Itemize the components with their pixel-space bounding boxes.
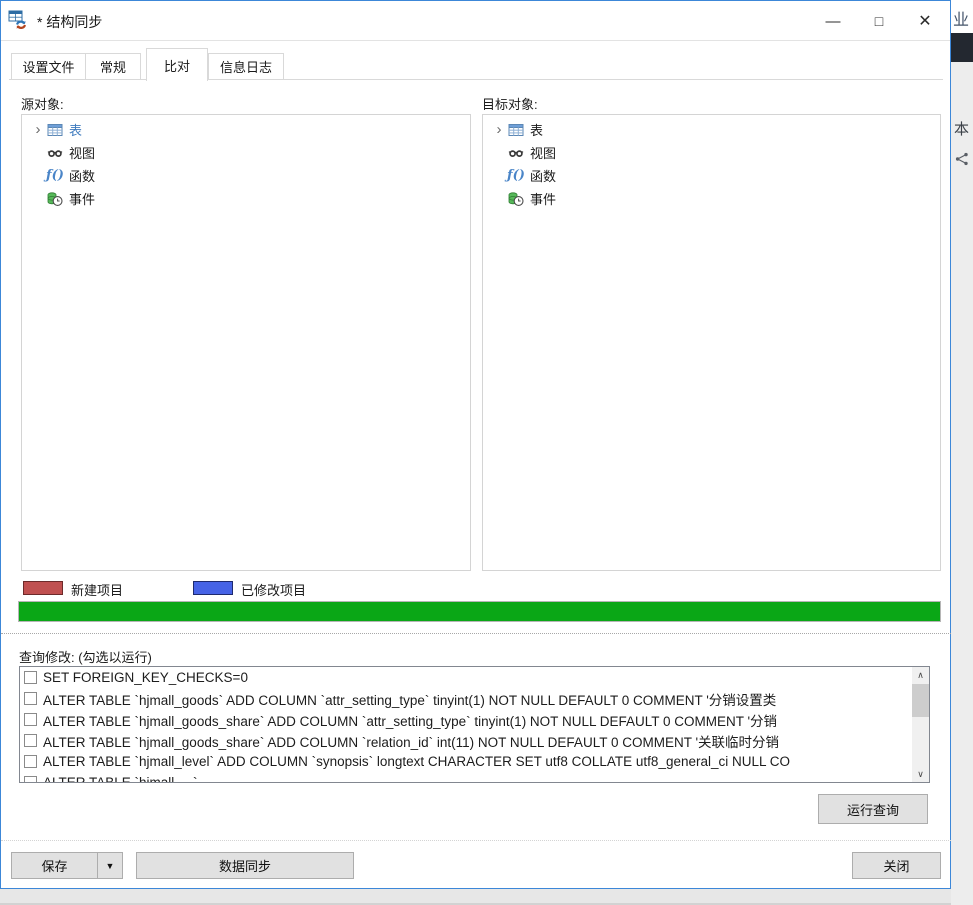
minimize-button[interactable]: — <box>810 1 856 41</box>
sql-text: ALTER TABLE `hjmall_...` <box>43 775 198 783</box>
query-row[interactable]: SET FOREIGN_KEY_CHECKS=0 <box>20 667 929 688</box>
tree-item-tables[interactable]: › 表 <box>483 118 940 141</box>
source-objects-label: 源对象: <box>21 94 64 113</box>
maximize-button[interactable]: □ <box>856 1 902 41</box>
background-text-fragment-2: 本 <box>954 118 969 139</box>
tab-compare[interactable]: 比对 <box>146 48 208 81</box>
tab-general[interactable]: 常规 <box>85 53 141 80</box>
event-icon <box>46 191 64 207</box>
data-synchronization-button[interactable]: 数据同步 <box>136 852 354 879</box>
function-icon: ƒ() <box>46 168 64 183</box>
save-button[interactable]: 保存 <box>11 852 98 879</box>
sql-text: ALTER TABLE `hjmall_goods_share` ADD COL… <box>43 731 779 751</box>
scroll-up-icon[interactable]: ∧ <box>912 667 929 683</box>
tree-item-functions[interactable]: ƒ() 函数 <box>22 164 470 187</box>
query-row[interactable]: ALTER TABLE `hjmall_goods` ADD COLUMN `a… <box>20 688 929 709</box>
tree-item-label: 函数 <box>530 166 556 185</box>
tree-item-events[interactable]: 事件 <box>22 187 470 210</box>
chevron-right-icon[interactable]: › <box>30 123 46 137</box>
tree-item-tables[interactable]: › 表 <box>22 118 470 141</box>
sql-text: ALTER TABLE `hjmall_goods` ADD COLUMN `a… <box>43 689 776 709</box>
legend-modified-item-swatch <box>193 581 233 595</box>
legend-new-item-label: 新建项目 <box>71 580 123 599</box>
sql-text: SET FOREIGN_KEY_CHECKS=0 <box>43 670 248 685</box>
close-window-button[interactable]: ✕ <box>902 1 948 41</box>
table-icon <box>507 122 525 138</box>
chevron-right-icon[interactable]: › <box>491 123 507 137</box>
tree-item-events[interactable]: 事件 <box>483 187 940 210</box>
sql-text: ALTER TABLE `hjmall_level` ADD COLUMN `s… <box>43 754 790 769</box>
checkbox[interactable] <box>24 755 37 768</box>
splitter-handle[interactable] <box>1 633 951 634</box>
checkbox[interactable] <box>24 776 37 783</box>
tree-item-label: 视图 <box>69 143 95 162</box>
checkbox[interactable] <box>24 692 37 705</box>
tree-item-views[interactable]: 视图 <box>22 141 470 164</box>
function-icon: ƒ() <box>507 168 525 183</box>
query-modification-label: 查询修改: (勾选以运行) <box>19 647 152 666</box>
tree-item-label: 函数 <box>69 166 95 185</box>
share-icon <box>955 152 969 171</box>
target-objects-label: 目标对象: <box>482 94 538 113</box>
query-list[interactable]: SET FOREIGN_KEY_CHECKS=0 ALTER TABLE `hj… <box>19 666 930 783</box>
table-icon <box>46 122 64 138</box>
checkbox[interactable] <box>24 713 37 726</box>
tree-item-views[interactable]: 视图 <box>483 141 940 164</box>
comparison-progress-bar <box>18 601 941 622</box>
structure-sync-icon <box>8 10 30 35</box>
tree-item-label: 事件 <box>530 189 556 208</box>
target-objects-tree[interactable]: › 表 <box>482 114 941 571</box>
source-objects-tree[interactable]: › 表 <box>21 114 471 571</box>
tree-item-functions[interactable]: ƒ() 函数 <box>483 164 940 187</box>
tab-message-log[interactable]: 信息日志 <box>208 53 284 80</box>
window-controls: — □ ✕ <box>810 1 948 41</box>
close-button[interactable]: 关闭 <box>852 852 941 879</box>
legend-modified-item-label: 已修改项目 <box>241 580 306 599</box>
checkbox[interactable] <box>24 734 37 747</box>
view-icon <box>507 145 525 161</box>
window-title: * 结构同步 <box>37 12 102 32</box>
tree-item-label: 表 <box>69 120 82 139</box>
tabbar: 设置文件 常规 比对 信息日志 <box>1 42 950 80</box>
progress-fill <box>19 602 940 621</box>
footer-separator <box>1 840 951 841</box>
titlebar[interactable]: * 结构同步 — □ ✕ <box>1 1 950 41</box>
checkbox[interactable] <box>24 671 37 684</box>
legend-new-item-swatch <box>23 581 63 595</box>
tree-item-label: 表 <box>530 120 543 139</box>
background-text-fragment: 业 <box>953 6 969 30</box>
event-icon <box>507 191 525 207</box>
run-query-button[interactable]: 运行查询 <box>818 794 928 824</box>
screen: 业 本 <box>0 0 973 905</box>
structure-sync-dialog: * 结构同步 — □ ✕ 设置文件 常规 比对 信息日志 源对象: 目标对象: … <box>0 0 951 889</box>
view-icon <box>46 145 64 161</box>
save-dropdown-button[interactable]: ▼ <box>97 852 123 879</box>
vertical-scrollbar[interactable]: ∧ ∨ <box>912 667 929 782</box>
background-app-strip: 业 本 <box>951 0 973 905</box>
query-row[interactable]: ALTER TABLE `hjmall_goods_share` ADD COL… <box>20 709 929 730</box>
tab-profile[interactable]: 设置文件 <box>11 53 86 80</box>
background-dark-panel-fragment <box>951 33 973 62</box>
scroll-down-icon[interactable]: ∨ <box>912 766 929 782</box>
scrollbar-thumb[interactable] <box>912 684 929 717</box>
query-row[interactable]: ALTER TABLE `hjmall_...` <box>20 772 929 783</box>
background-bottom-strip <box>0 889 951 905</box>
tree-item-label: 视图 <box>530 143 556 162</box>
query-row[interactable]: ALTER TABLE `hjmall_level` ADD COLUMN `s… <box>20 751 929 772</box>
sql-text: ALTER TABLE `hjmall_goods_share` ADD COL… <box>43 710 777 730</box>
tree-item-label: 事件 <box>69 189 95 208</box>
chevron-down-icon: ▼ <box>106 861 115 871</box>
query-row[interactable]: ALTER TABLE `hjmall_goods_share` ADD COL… <box>20 730 929 751</box>
